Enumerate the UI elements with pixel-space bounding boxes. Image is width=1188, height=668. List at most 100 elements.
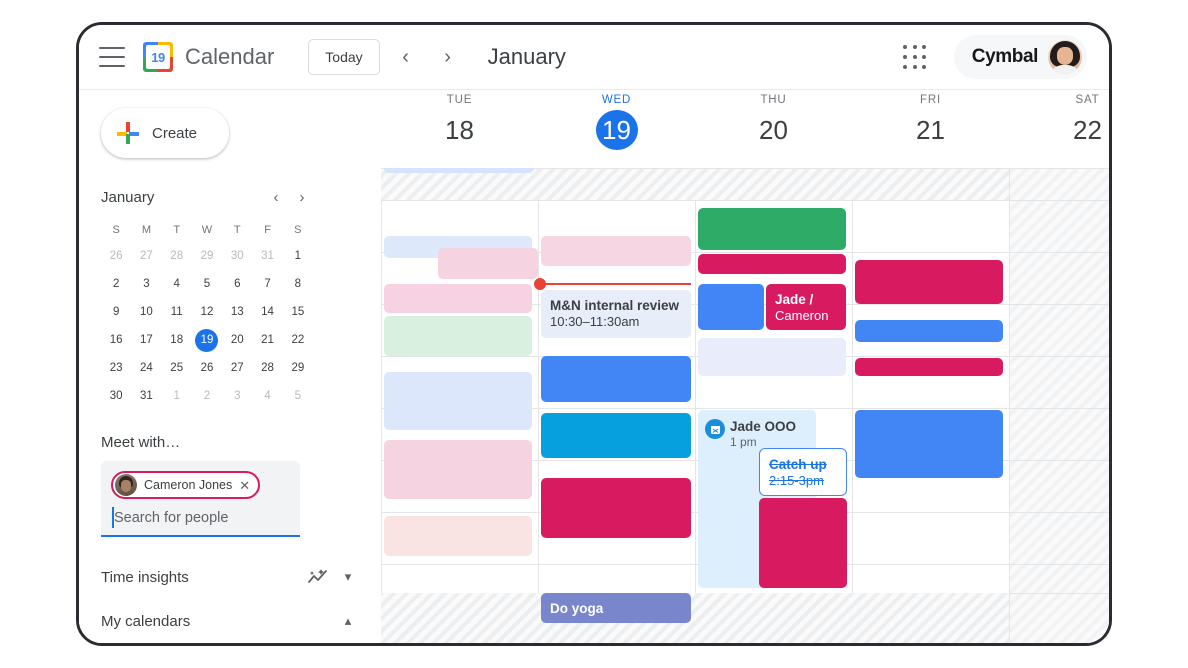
day-header-sat[interactable]: SAT 22 [1009,90,1109,168]
day-header-thu[interactable]: THU 20 [695,90,852,168]
app-window: 19 Calendar Today ‹ › January Cymbal Cre… [79,25,1109,643]
day-header-tue[interactable]: TUE 18 [381,90,538,168]
browser-window-frame: 19 Calendar Today ‹ › January Cymbal Cre… [76,22,1112,646]
day-column-fri[interactable] [852,168,1009,643]
text-caret [112,507,114,528]
mini-calendar-day[interactable]: 27 [222,357,252,380]
mini-calendar-day[interactable]: 1 [162,385,192,408]
mini-calendar-day[interactable]: 31 [131,385,161,408]
mini-calendar-day[interactable]: 20 [222,329,252,352]
mini-calendar-day[interactable]: 18 [162,329,192,352]
event-block[interactable] [541,478,691,538]
mini-calendar-navs: ‹ › [265,186,313,208]
event-block[interactable] [384,168,534,173]
time-insights-row[interactable]: Time insights ▾ [101,555,359,599]
day-header-wed[interactable]: WED 19 [538,90,695,168]
event-block[interactable] [698,254,846,274]
mini-calendar-next-button[interactable]: › [291,186,313,208]
mini-calendar-day[interactable]: 23 [101,357,131,380]
mini-calendar-day[interactable]: 28 [252,357,282,380]
my-calendars-row[interactable]: My calendars ▴ [101,599,359,643]
mini-calendar-day[interactable]: 1 [283,245,313,268]
mini-calendar-day[interactable]: 26 [101,245,131,268]
next-period-button[interactable]: › [432,41,464,73]
mini-calendar-day[interactable]: 22 [283,329,313,352]
mini-calendar-prev-button[interactable]: ‹ [265,186,287,208]
mini-calendar-day[interactable]: 8 [283,273,313,296]
event-block[interactable] [384,284,532,313]
event-block[interactable] [384,440,532,499]
event-block[interactable] [698,208,846,250]
event-block[interactable] [384,516,532,556]
mini-calendar-day[interactable]: 7 [252,273,282,296]
mini-calendar-day[interactable]: 15 [283,301,313,324]
event-block[interactable] [855,358,1003,376]
mini-calendar-day[interactable]: 24 [131,357,161,380]
event-block[interactable] [541,356,691,402]
create-button[interactable]: Create [101,108,229,158]
close-icon[interactable]: ✕ [239,479,250,492]
mini-calendar-day[interactable]: 26 [192,357,222,380]
mini-calendar-day[interactable]: 11 [162,301,192,324]
event-subtitle: 2:15-3pm [769,473,824,489]
mini-calendar-day[interactable]: 25 [162,357,192,380]
mini-calendar-day[interactable]: 2 [192,385,222,408]
mini-calendar-day[interactable]: 30 [101,385,131,408]
event-block[interactable] [384,372,532,430]
event-block[interactable] [541,413,691,458]
event-m-n-internal-review[interactable]: M&N internal review 10:30–11:30am [541,290,691,338]
chevron-up-icon[interactable]: ▴ [337,613,359,629]
day-column-sat[interactable] [1009,168,1109,643]
mini-calendar-grid: S M T W T F S 26 27 28 29 30 31 1 2 3 4 5 6 7 8 9 10 11 12 13 14 15… [101,220,313,408]
mini-calendar-day[interactable]: 10 [131,301,161,324]
event-jade[interactable]: Jade / Cameron [766,284,846,330]
mini-calendar-day[interactable]: 16 [101,329,131,352]
event-block[interactable] [855,260,1003,304]
chevron-down-icon[interactable]: ▾ [337,569,359,585]
mini-calendar-day[interactable]: 28 [162,245,192,268]
create-button-label: Create [152,124,198,142]
mini-calendar-day[interactable]: 5 [192,273,222,296]
mini-calendar-day[interactable]: 4 [252,385,282,408]
mini-calendar-day[interactable]: 21 [252,329,282,352]
mini-calendar-day[interactable]: 9 [101,301,131,324]
mini-calendar-day[interactable]: 13 [222,301,252,324]
calendar-grid-body[interactable]: M&N internal review 10:30–11:30am Do yoga J… [381,168,1109,643]
mini-calendar-day[interactable]: 2 [101,273,131,296]
event-block[interactable] [698,284,764,330]
event-catch-up[interactable]: Catch up 2:15-3pm [759,448,847,496]
mini-calendar-day[interactable]: 27 [131,245,161,268]
mini-calendar-day[interactable]: 14 [252,301,282,324]
mini-calendar-day[interactable]: 5 [283,385,313,408]
day-header-fri[interactable]: FRI 21 [852,90,1009,168]
event-block[interactable] [759,498,847,588]
account-brand-pill[interactable]: Cymbal [953,35,1087,79]
event-block[interactable] [541,236,691,266]
mini-calendar-day[interactable]: 29 [192,245,222,268]
today-button[interactable]: Today [308,39,380,75]
mini-calendar-day[interactable]: 30 [222,245,252,268]
mini-calendar-day[interactable]: 4 [162,273,192,296]
hamburger-icon[interactable] [99,47,125,67]
search-people-input[interactable] [111,510,290,526]
mini-calendar-day[interactable]: 31 [252,245,282,268]
event-block[interactable] [855,320,1003,342]
mini-calendar-day[interactable]: 6 [222,273,252,296]
event-block[interactable] [438,248,538,279]
people-search-wrap [111,501,290,535]
mini-calendar-day[interactable]: 17 [131,329,161,352]
event-do-yoga[interactable]: Do yoga [541,593,691,623]
mini-calendar-dow-0: S [112,224,120,236]
event-block[interactable] [855,410,1003,478]
avatar[interactable] [1048,40,1082,74]
person-chip-cameron-jones[interactable]: Cameron Jones ✕ [111,471,261,499]
mini-calendar-day-selected[interactable]: 19 [192,329,222,352]
mini-calendar-day[interactable]: 3 [222,385,252,408]
apps-grid-icon[interactable] [902,44,928,70]
mini-calendar-day[interactable]: 3 [131,273,161,296]
mini-calendar-day[interactable]: 29 [283,357,313,380]
event-block[interactable] [384,316,532,356]
mini-calendar-day[interactable]: 12 [192,301,222,324]
event-block[interactable] [698,338,846,376]
previous-period-button[interactable]: ‹ [390,41,422,73]
